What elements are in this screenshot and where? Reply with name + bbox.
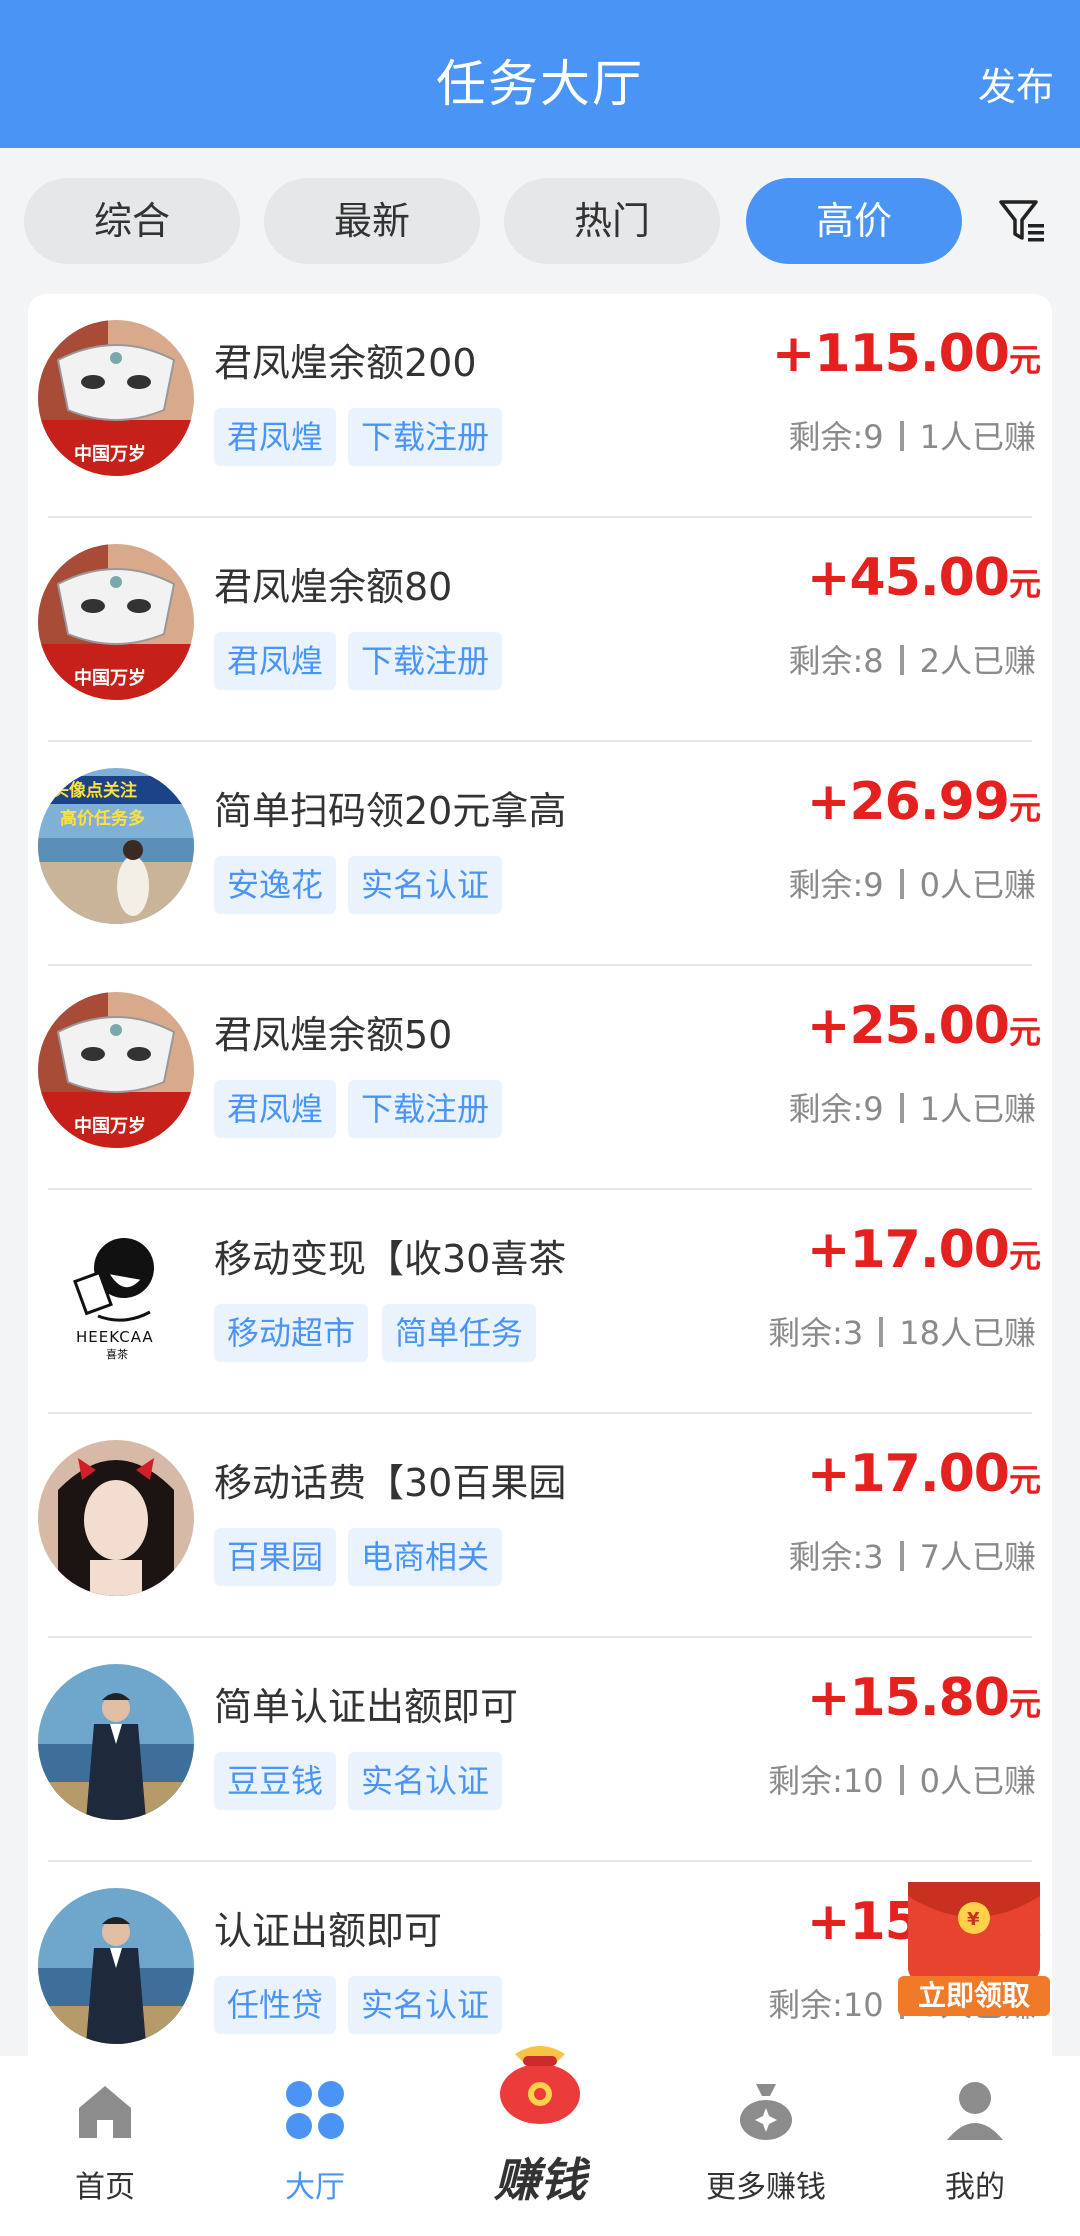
task-stats: 剩余:3 18人已赚 — [768, 1314, 1036, 1352]
coin-bag-icon — [740, 2084, 792, 2140]
task-price: +26.99元 — [806, 772, 1041, 832]
task-stats: 剩余:9 0人已赚 — [788, 866, 1036, 904]
task-item[interactable]: 头像点关注 高价任务多 简单扫码领20元拿高 安逸花 实名认证 +26.99元 … — [28, 742, 1052, 966]
svg-text:中国万岁: 中国万岁 — [74, 443, 146, 465]
task-tag: 安逸花 — [214, 856, 337, 914]
filter-tab-latest[interactable]: 最新 — [264, 178, 480, 264]
tab-more-earn[interactable]: 更多赚钱 — [666, 2056, 866, 2236]
svg-text:¥: ¥ — [967, 1909, 980, 1930]
task-tag: 简单任务 — [382, 1304, 537, 1362]
task-stats: 剩余:3 7人已赚 — [788, 1538, 1036, 1576]
task-item[interactable]: 简单认证出额即可 豆豆钱 实名认证 +15.80元 剩余:10 0人已赚 — [28, 1638, 1052, 1862]
tab-hall[interactable]: 大厅 — [215, 2056, 415, 2236]
task-price: +17.00元 — [806, 1220, 1041, 1280]
task-item[interactable]: 移动话费【30百果园 百果园 电商相关 +17.00元 剩余:3 7人已赚 — [28, 1414, 1052, 1638]
task-tag: 君凤煌 — [214, 408, 337, 466]
tab-profile-label: 我的 — [945, 2170, 1005, 2205]
task-stats: 剩余:100人已赚 — [768, 1762, 1036, 1800]
page-title: 任务大厅 — [436, 55, 644, 113]
task-tag: 豆豆钱 — [214, 1752, 337, 1810]
task-tag: 君凤煌 — [214, 1080, 337, 1138]
filter-tab-high-price[interactable]: 高价 — [746, 178, 962, 264]
tab-home[interactable]: 首页 — [5, 2056, 205, 2236]
task-tag: 下载注册 — [348, 1080, 503, 1138]
svg-text:HEEKCAA: HEEKCAA — [76, 1328, 154, 1346]
task-stats: 剩余:8 2人已赚 — [788, 642, 1036, 680]
svg-text:中国万岁: 中国万岁 — [74, 1115, 146, 1137]
task-avatar: 中国万岁 — [38, 544, 194, 700]
filter-bar: 综合 最新 热门 高价 — [0, 148, 1080, 294]
user-icon — [947, 2082, 1003, 2140]
task-avatar: HEEKCAA 喜茶 — [38, 1216, 194, 1372]
task-title: 君凤煌余额80 — [214, 565, 453, 609]
task-avatar — [38, 1664, 194, 1820]
task-tag: 实名认证 — [348, 1752, 503, 1810]
filter-tab-comprehensive[interactable]: 综合 — [24, 178, 240, 264]
task-tag: 实名认证 — [348, 856, 503, 914]
task-avatar: 中国万岁 — [38, 992, 194, 1148]
app-header: 任务大厅 发布 — [0, 0, 1080, 148]
task-title: 认证出额即可 — [214, 1909, 443, 1953]
tab-profile[interactable]: 我的 — [875, 2056, 1075, 2236]
task-price: +115.00元 — [771, 324, 1041, 384]
red-envelope-icon: ¥ — [908, 1882, 1040, 1982]
task-avatar: 头像点关注 高价任务多 — [38, 768, 194, 924]
task-stats: 剩余:9 1人已赚 — [788, 1090, 1036, 1128]
task-tag: 百果园 — [214, 1528, 337, 1586]
task-title: 简单认证出额即可 — [214, 1685, 519, 1729]
tab-earn-label: 赚钱 — [494, 2153, 586, 2207]
task-item[interactable]: HEEKCAA 喜茶 移动变现【收30喜茶 移动超市 简单任务 +17.00元 … — [28, 1190, 1052, 1414]
filter-tab-hot[interactable]: 热门 — [504, 178, 720, 264]
svg-text:喜茶: 喜茶 — [106, 1348, 128, 1361]
tab-earn[interactable]: 赚钱 — [440, 2046, 640, 2236]
task-tag: 实名认证 — [348, 1976, 503, 2034]
filter-icon[interactable] — [998, 198, 1048, 244]
task-title: 简单扫码领20元拿高 — [214, 789, 567, 833]
task-tag: 任性贷 — [214, 1976, 337, 2034]
task-item[interactable]: 中国万岁 君凤煌余额200 君凤煌 下载注册 +115.00元 剩余:9 1人已赚 — [28, 294, 1052, 518]
task-tag: 下载注册 — [348, 408, 503, 466]
publish-button[interactable]: 发布 — [978, 56, 1054, 111]
tab-home-label: 首页 — [75, 2170, 135, 2205]
bottom-tab-bar: 首页 大厅 赚钱 更多赚钱 我的 — [0, 2046, 1080, 2236]
svg-text:高价任务多: 高价任务多 — [60, 808, 145, 829]
task-avatar — [38, 1888, 194, 2044]
task-item[interactable]: 中国万岁 君凤煌余额80 君凤煌 下载注册 +45.00元 剩余:8 2人已赚 — [28, 518, 1052, 742]
home-icon — [79, 2086, 131, 2138]
task-title: 君凤煌余额50 — [214, 1013, 453, 1057]
grid-icon — [286, 2081, 344, 2139]
task-price: +45.00元 — [806, 548, 1041, 608]
svg-text:中国万岁: 中国万岁 — [74, 667, 146, 689]
task-item[interactable]: 中国万岁 君凤煌余额50 君凤煌 下载注册 +25.00元 剩余:9 1人已赚 — [28, 966, 1052, 1190]
task-title: 移动话费【30百果园 — [214, 1461, 567, 1505]
money-bag-icon — [500, 2046, 580, 2124]
task-price: +17.00元 — [806, 1444, 1041, 1504]
task-title: 移动变现【收30喜茶 — [214, 1237, 567, 1281]
task-stats: 剩余:9 1人已赚 — [788, 418, 1036, 456]
task-price: +15.80元 — [806, 1668, 1041, 1728]
task-avatar — [38, 1440, 194, 1596]
task-tag: 下载注册 — [348, 632, 503, 690]
claim-reward-badge[interactable]: ¥ 立即领取 — [898, 1872, 1050, 2022]
tab-hall-label: 大厅 — [285, 2170, 345, 2205]
task-title: 君凤煌余额200 — [214, 341, 477, 385]
task-list: 中国万岁 君凤煌余额200 君凤煌 下载注册 +115.00元 剩余:9 1人已赚… — [28, 294, 1052, 2074]
task-tag: 君凤煌 — [214, 632, 337, 690]
svg-text:头像点关注: 头像点关注 — [52, 780, 137, 801]
task-price: +25.00元 — [806, 996, 1041, 1056]
task-avatar: 中国万岁 — [38, 320, 194, 476]
tab-more-earn-label: 更多赚钱 — [706, 2170, 826, 2205]
task-tag: 电商相关 — [348, 1528, 503, 1586]
claim-now-label: 立即领取 — [898, 1976, 1050, 2016]
task-tag: 移动超市 — [214, 1304, 369, 1362]
